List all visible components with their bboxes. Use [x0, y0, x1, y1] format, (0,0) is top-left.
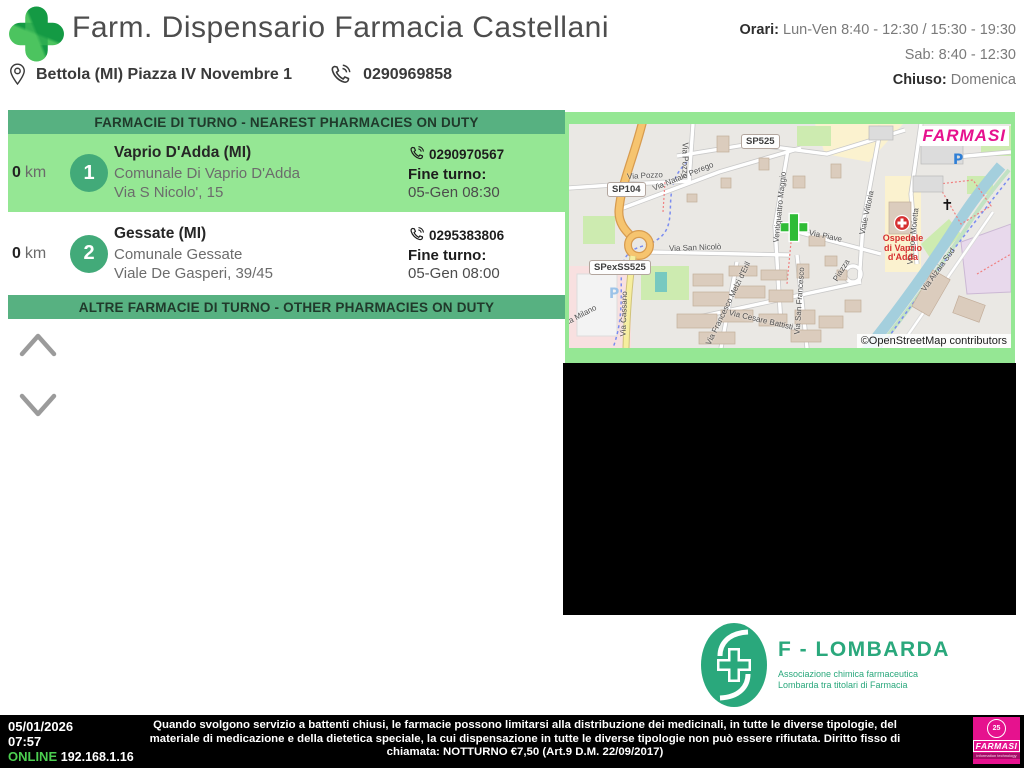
- duty-pharmacies-panel: FARMACIE DI TURNO - NEAREST PHARMACIES O…: [8, 110, 565, 319]
- fine-turno-value: 05-Gen 08:30: [408, 184, 500, 201]
- video-panel: [563, 363, 1016, 615]
- map-canvas: ✝: [569, 124, 1011, 348]
- f-lombarda-logo: F - LOMBARDA Associazione chimica farmac…: [700, 622, 950, 708]
- phone-icon: [410, 226, 424, 240]
- banner-nearest-on-duty: FARMACIE DI TURNO - NEAREST PHARMACIES O…: [8, 110, 565, 134]
- map-frame: ✝ SP525 SP104 SPexSS525 Via Pozzo Via Po…: [565, 112, 1015, 363]
- pharmacy-row-1[interactable]: 0 km 1 Vaprio D'Adda (MI) Comunale Di Vap…: [8, 134, 565, 212]
- distance-value: 0 km: [12, 164, 47, 181]
- rank-badge-1: 1: [70, 154, 108, 192]
- online-status: ONLINE: [8, 749, 58, 764]
- street-label: Via Cassano: [618, 291, 630, 337]
- pharmacy-cross-logo: [9, 6, 64, 62]
- distance-value: 0 km: [12, 244, 47, 262]
- street-label: Via San Nicolò: [668, 242, 722, 253]
- osm-attribution: ©OpenStreetMap contributors: [856, 334, 1011, 348]
- pharmacy-info: Vaprio D'Adda (MI) Comunale Di Vaprio D'…: [114, 134, 300, 212]
- hospital-label: Ospedale di Vaprio d'Adda: [882, 233, 924, 262]
- road-shield-spexss525: SPexSS525: [589, 260, 651, 275]
- footer-disclaimer: Quando svolgono servizio a battenti chiu…: [149, 719, 901, 758]
- chevron-down-icon: [19, 393, 57, 417]
- f-lombarda-oval-icon: [701, 623, 767, 707]
- fine-turno-value: 05-Gen 08:00: [408, 264, 500, 282]
- pharmacy-street: Via S Nicolo', 15: [114, 184, 224, 201]
- street-label: Via Pozzo: [626, 170, 664, 181]
- footer-status-block: 05/01/2026 07:57 ONLINE 192.168.1.16: [8, 719, 134, 765]
- pharmacy-name: Comunale Di Vaprio D'Adda: [114, 165, 301, 182]
- pharmacy-info: Gessate (MI) Comunale Gessate Viale De G…: [114, 212, 273, 295]
- pharmacy-name: Comunale Gessate: [114, 245, 243, 263]
- farmasi-map-watermark: FARMASI: [919, 126, 1009, 146]
- farmasi-25-badge: 25: [987, 719, 1006, 738]
- scroll-down-button[interactable]: [18, 392, 58, 423]
- pharmacy-row-2[interactable]: 0 km 2 Gessate (MI) Comunale Gessate Vial…: [8, 212, 565, 295]
- page-title: Farm. Dispensario Farmacia Castellani: [72, 11, 609, 44]
- chevron-up-icon: [19, 333, 57, 357]
- scroll-up-button[interactable]: [18, 330, 58, 361]
- pharmacy-phone: 0290970567: [429, 147, 505, 162]
- farmasi-logo-name: FARMASI: [972, 740, 1021, 752]
- svg-text:✝: ✝: [941, 196, 954, 214]
- road-shield-sp525: SP525: [741, 134, 780, 149]
- footer-bar: 05/01/2026 07:57 ONLINE 192.168.1.16 Qua…: [0, 715, 1024, 768]
- hours-weekdays: Orari: Lun-Ven 8:40 - 12:30 / 15:30 - 19…: [739, 22, 1016, 38]
- ip-address: 192.168.1.16: [60, 750, 134, 764]
- pharmacy-city: Vaprio D'Adda (MI): [114, 144, 252, 161]
- parking-icon: P: [953, 152, 964, 168]
- location-pin-icon: [10, 63, 25, 86]
- phone-icon: [331, 64, 351, 83]
- fine-turno-label: Fine turno:: [408, 246, 487, 264]
- kiosk-screen: Farm. Dispensario Farmacia Castellani Be…: [0, 0, 1024, 768]
- pharmacy-shift-info: 0290970567 Fine turno: 05-Gen 08:30: [408, 134, 504, 212]
- farmasi-tagline: information technology: [973, 753, 1020, 759]
- pharmacy-shift-info: 0295383806 Fine turno: 05-Gen 08:00: [408, 212, 504, 295]
- pharmacy-phone: 0295383806: [429, 227, 505, 243]
- footer-date: 05/01/2026: [8, 719, 74, 734]
- banner-other-on-duty: ALTRE FARMACIE DI TURNO - OTHER PHARMACI…: [8, 295, 565, 319]
- parking-icon: P: [609, 286, 620, 302]
- pharmacy-address: Bettola (MI) Piazza IV Novembre 1: [36, 65, 293, 83]
- pharmacy-city: Gessate (MI): [114, 224, 207, 242]
- pharmacy-street: Viale De Gasperi, 39/45: [114, 264, 273, 282]
- location-row: Bettola (MI) Piazza IV Novembre 1 029096…: [8, 62, 452, 87]
- opening-hours: Orari: Lun-Ven 8:40 - 12:30 / 15:30 - 19…: [739, 18, 1016, 93]
- fine-turno-label: Fine turno:: [408, 166, 487, 183]
- road-shield-sp104: SP104: [607, 182, 646, 197]
- footer-connection: ONLINE 192.168.1.16: [8, 749, 134, 765]
- footer-time: 07:57: [8, 734, 42, 749]
- pharmacy-phone: 0290969858: [363, 65, 453, 83]
- farmasi-logo: 25 FARMASI information technology: [972, 717, 1021, 764]
- f-lombarda-subtitle: Associazione chimica farmaceutica Lombar…: [778, 669, 919, 690]
- hours-closed: Chiuso: Domenica: [892, 72, 1016, 88]
- f-lombarda-name: F - LOMBARDA: [778, 638, 950, 661]
- phone-icon: [410, 146, 424, 160]
- rank-badge-2: 2: [70, 234, 108, 273]
- map[interactable]: ✝ SP525 SP104 SPexSS525 Via Pozzo Via Po…: [569, 124, 1011, 348]
- hours-saturday: Sab: 8:40 - 12:30: [904, 47, 1016, 63]
